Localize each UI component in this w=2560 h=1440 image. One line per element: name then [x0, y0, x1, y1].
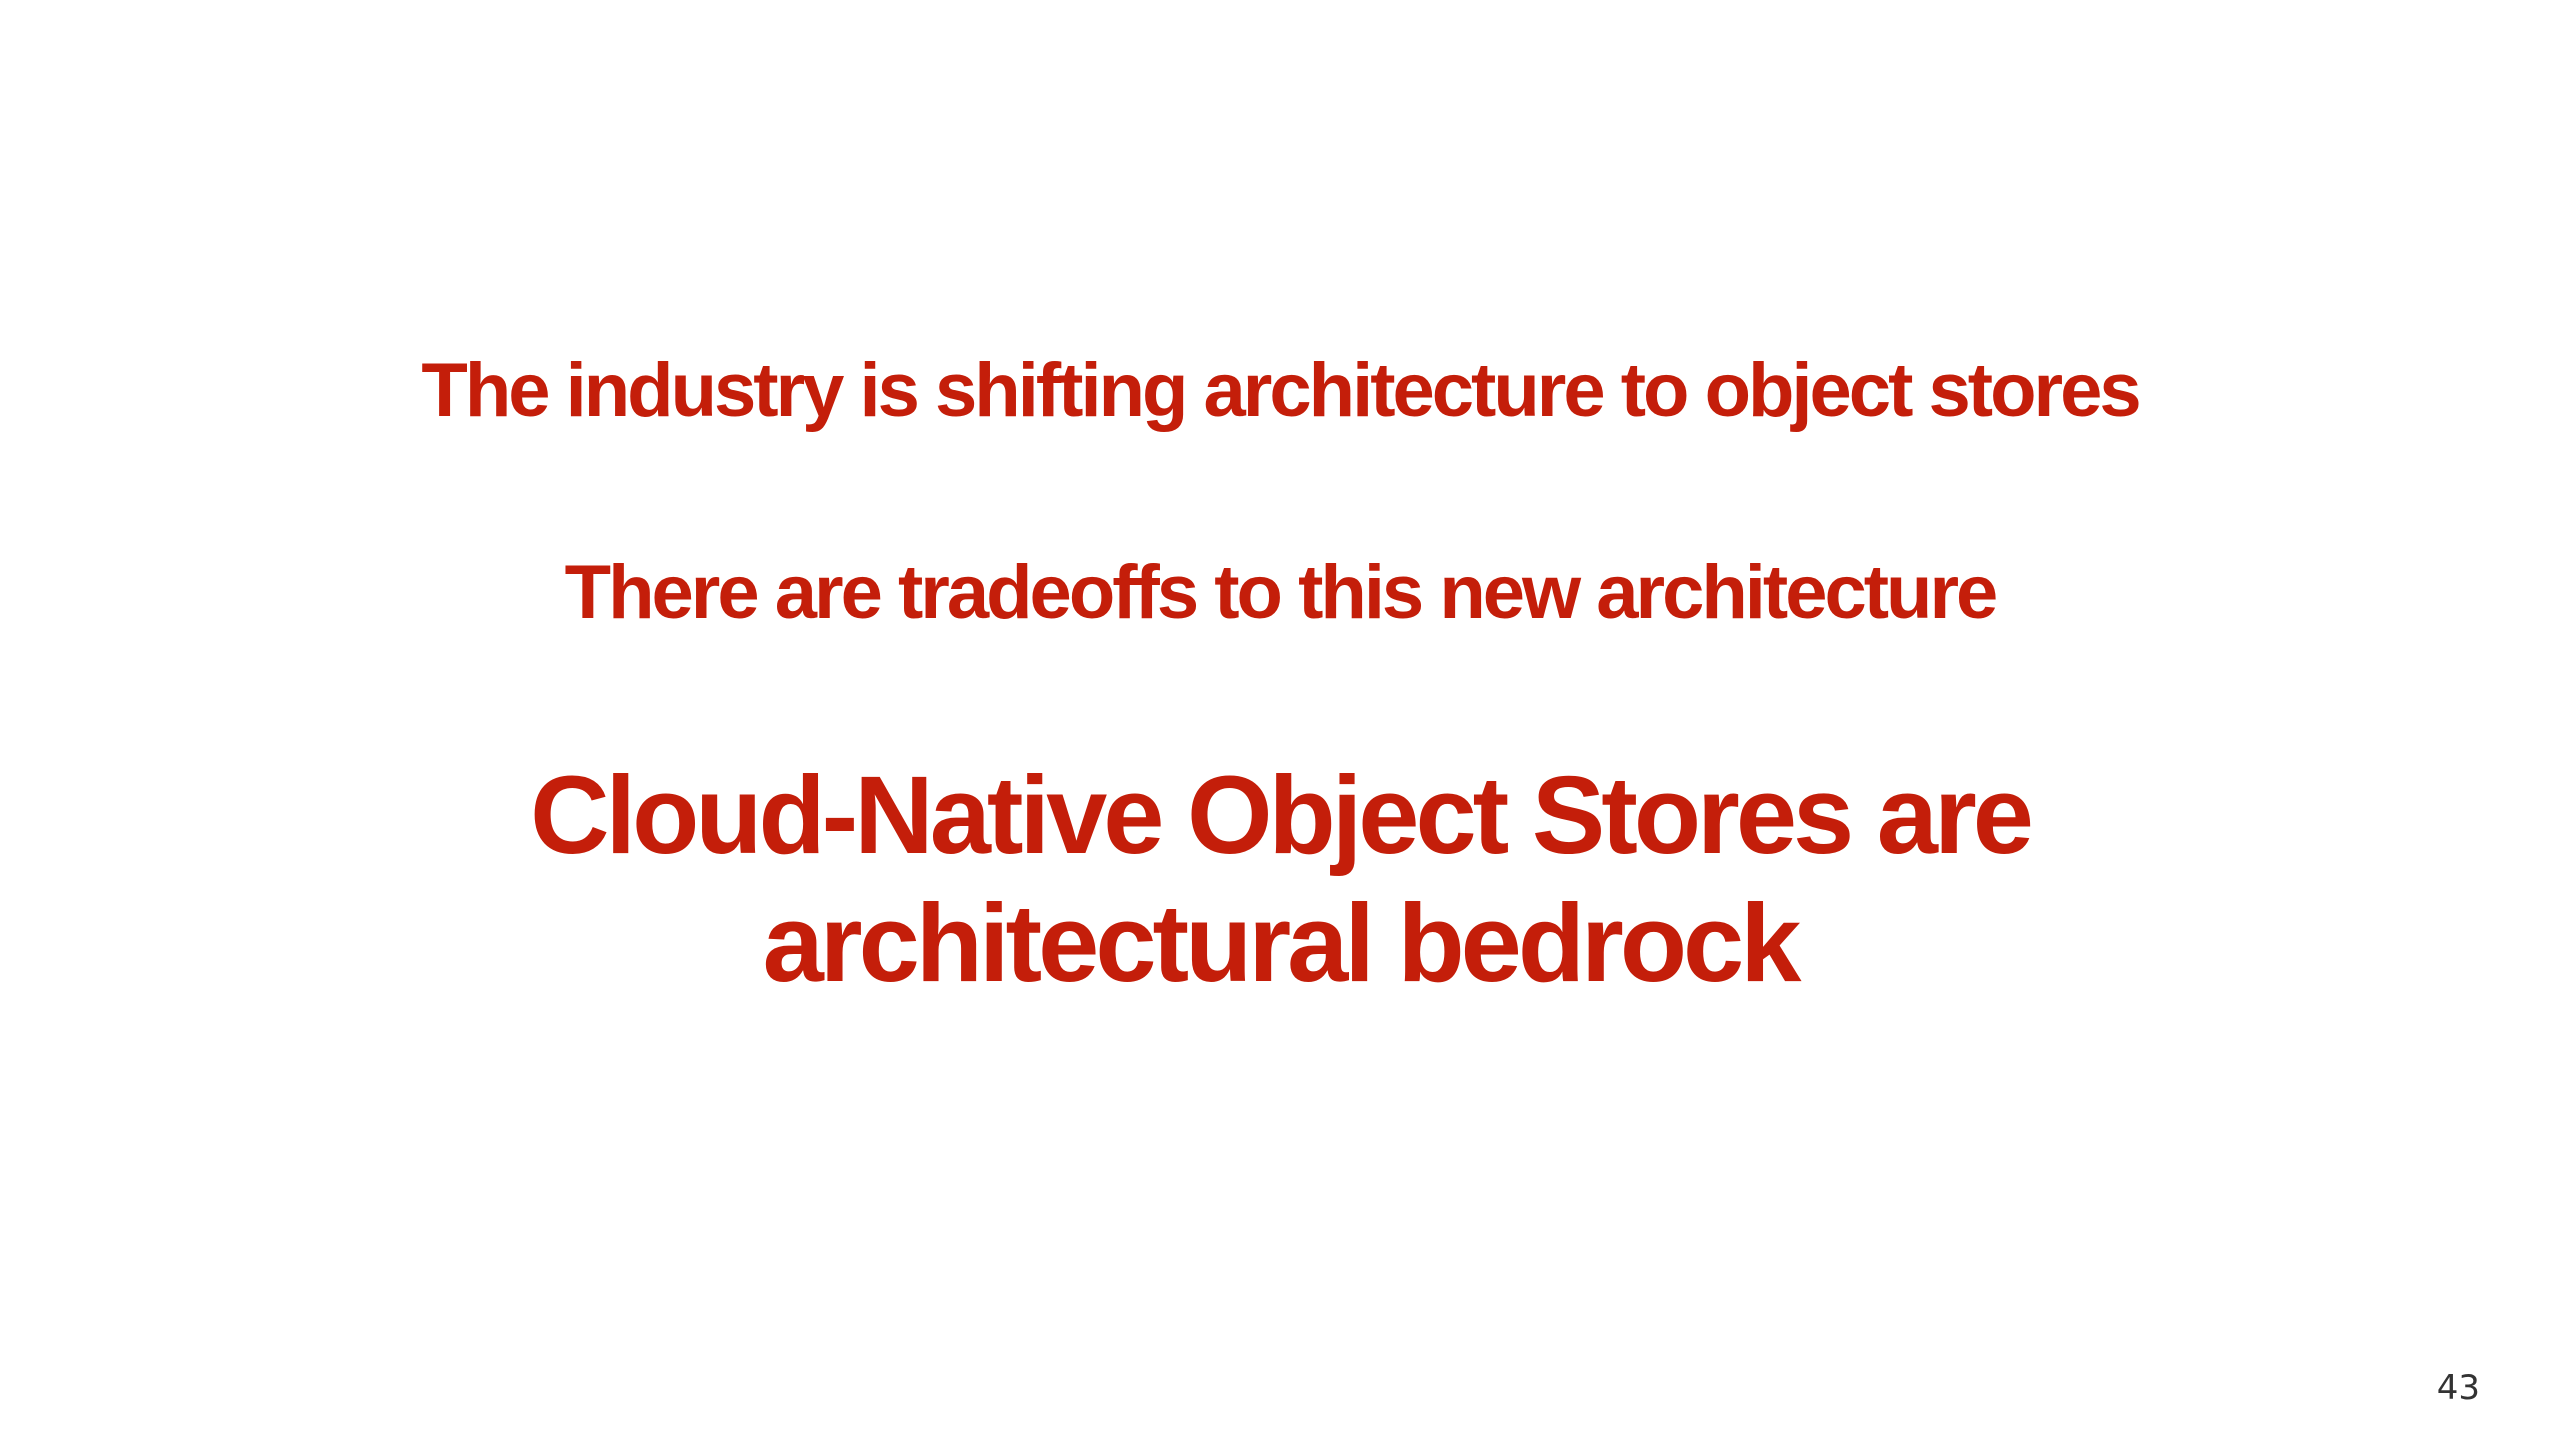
headline-line-1: Cloud-Native Object Stores are — [530, 754, 2034, 877]
page-number: 43 — [2436, 1368, 2480, 1408]
slide: The industry is shifting architecture to… — [0, 0, 2560, 1440]
statement-industry-shift: The industry is shifting architecture to… — [421, 348, 2141, 433]
headline: Cloud-Native Object Stores are architect… — [0, 752, 2560, 1008]
headline-line-2: architectural bedrock — [762, 882, 1802, 1005]
statement-tradeoffs: There are tradeoffs to this new architec… — [564, 550, 1999, 635]
